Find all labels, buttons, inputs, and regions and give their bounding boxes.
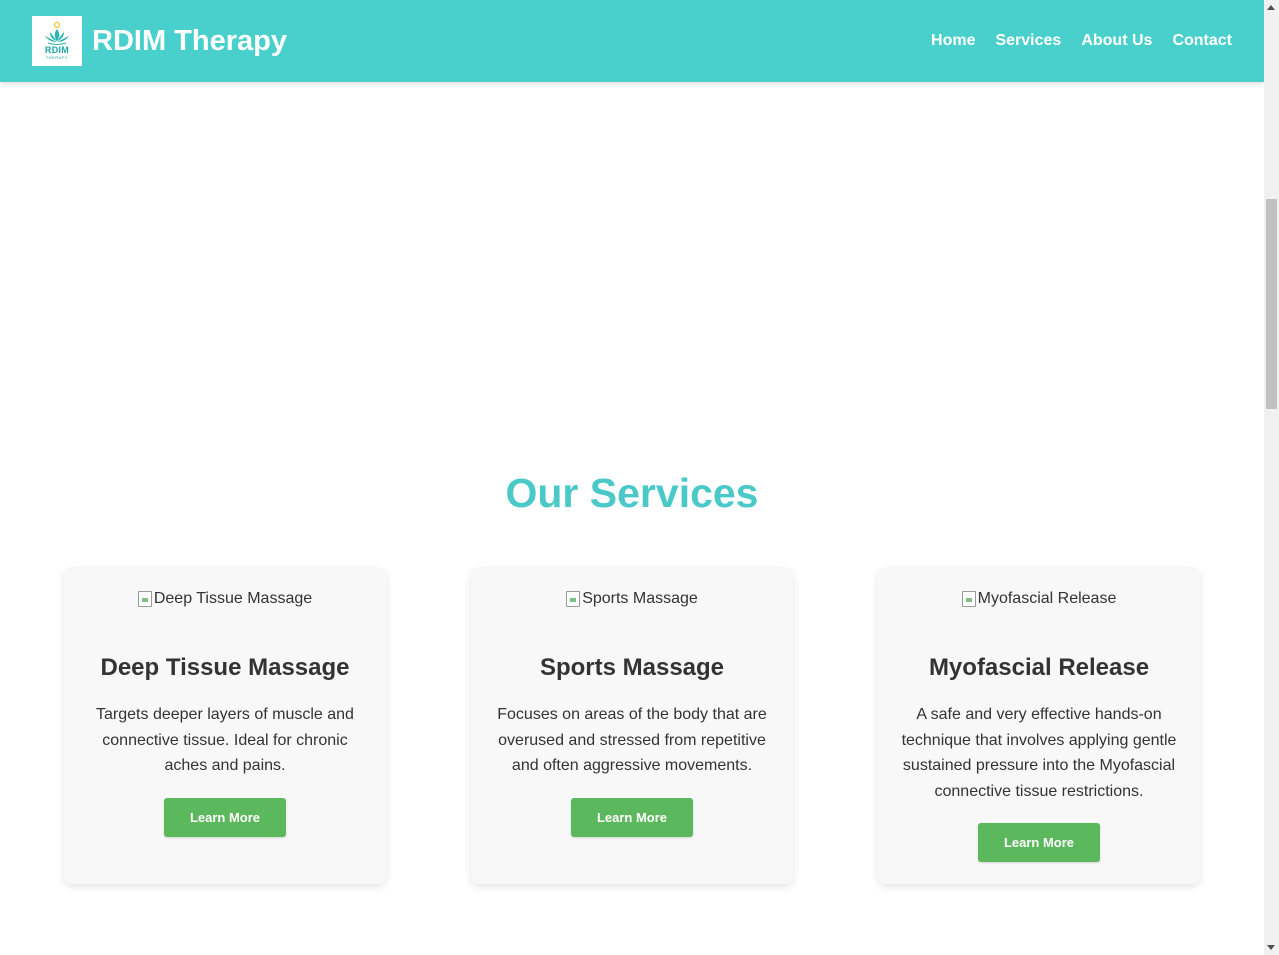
learn-more-button[interactable]: Learn More xyxy=(571,797,693,837)
service-title: Sports Massage xyxy=(539,654,725,681)
service-description: A safe and very effective hands-on techn… xyxy=(901,706,1177,800)
service-card-myofascial: Myofascial Release Myofascial Release A … xyxy=(878,567,1200,884)
learn-more-button[interactable]: Learn More xyxy=(164,797,286,837)
scroll-down-icon[interactable] xyxy=(1267,945,1275,950)
nav-contact[interactable]: Contact xyxy=(1172,32,1232,50)
scroll-up-icon[interactable] xyxy=(1267,5,1275,10)
broken-image-icon xyxy=(961,591,976,607)
learn-more-button[interactable]: Learn More xyxy=(978,823,1100,863)
nav-services[interactable]: Services xyxy=(995,32,1061,50)
nav-home[interactable]: Home xyxy=(931,32,975,50)
service-card-sports: Sports Massage Sports Massage Focuses on… xyxy=(471,567,793,884)
site-header: RDIM THERAPY RDIM Therapy Home Services … xyxy=(0,0,1264,82)
broken-image-icon xyxy=(137,591,152,607)
logo-text: RDIM xyxy=(44,45,70,55)
service-description: Focuses on areas of the body that are ov… xyxy=(497,706,767,775)
logo[interactable]: RDIM THERAPY xyxy=(32,16,82,66)
nav-about-us[interactable]: About Us xyxy=(1081,32,1152,50)
image-alt-text: Deep Tissue Massage xyxy=(153,590,313,607)
service-title: Deep Tissue Massage xyxy=(100,654,350,681)
lotus-icon xyxy=(45,22,69,45)
service-image-deep-tissue: Deep Tissue Massage xyxy=(86,587,364,611)
broken-image-icon xyxy=(566,591,581,607)
service-title: Myofascial Release xyxy=(928,654,1150,681)
vertical-scrollbar[interactable] xyxy=(1264,0,1279,955)
service-image-sports: Sports Massage xyxy=(493,587,771,611)
logo-subtext: THERAPY xyxy=(45,55,69,60)
page: RDIM THERAPY RDIM Therapy Home Services … xyxy=(0,0,1264,955)
service-image-myofascial: Myofascial Release xyxy=(900,587,1178,611)
service-description: Targets deeper layers of muscle and conn… xyxy=(96,706,354,775)
service-card-deep-tissue: Deep Tissue Massage Deep Tissue Massage … xyxy=(64,567,386,884)
image-alt-text: Sports Massage xyxy=(582,590,698,607)
main-nav: Home Services About Us Contact xyxy=(931,32,1232,50)
image-alt-text: Myofascial Release xyxy=(977,590,1117,607)
services-title: Our Services xyxy=(505,470,759,516)
scrollbar-thumb[interactable] xyxy=(1266,199,1277,409)
brand-name[interactable]: RDIM Therapy xyxy=(92,25,287,58)
hero-section xyxy=(0,82,1264,432)
